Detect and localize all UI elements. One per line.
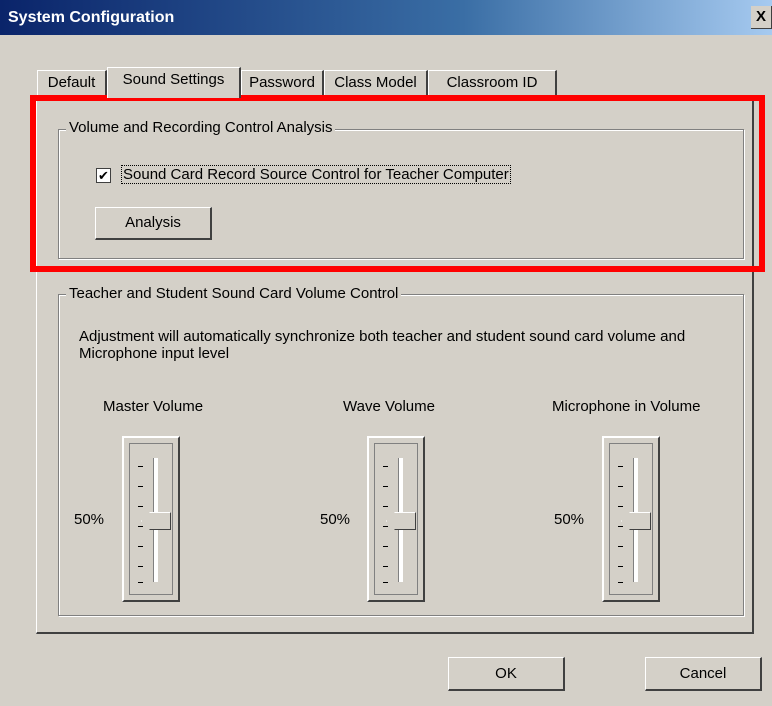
slider-tick [383, 486, 388, 487]
slider-tick [618, 526, 623, 527]
microphone-volume-percent: 50% [554, 511, 585, 528]
slider-tick [138, 486, 143, 487]
window-title: System Configuration [8, 9, 175, 26]
slider-tick [618, 582, 623, 583]
master-volume-label: Master Volume [103, 398, 204, 415]
slider-frame [129, 443, 173, 595]
close-icon: X [755, 8, 766, 25]
wave-volume-slider[interactable] [367, 436, 425, 602]
microphone-volume-label: Microphone in Volume [552, 398, 701, 415]
recording-group-title: Volume and Recording Control Analysis [66, 119, 336, 136]
slider-tick [618, 566, 623, 567]
slider-tick [618, 546, 623, 547]
slider-tick [383, 506, 388, 507]
wave-volume-percent: 50% [320, 511, 351, 528]
slider-tick [618, 506, 623, 507]
volume-description-line1: Adjustment will automatically synchroniz… [79, 328, 686, 345]
slider-tick [383, 566, 388, 567]
slider-frame [609, 443, 653, 595]
close-button[interactable]: X [751, 6, 772, 29]
slider-tick [618, 486, 623, 487]
tab-classroom-id[interactable]: Classroom ID [428, 70, 557, 96]
slider-thumb[interactable] [386, 512, 416, 530]
wave-volume-label: Wave Volume [343, 398, 435, 415]
microphone-volume-slider[interactable] [602, 436, 660, 602]
master-volume-percent: 50% [74, 511, 105, 528]
slider-tick [138, 582, 143, 583]
ok-button[interactable]: OK [448, 657, 565, 691]
slider-tick [383, 582, 388, 583]
master-volume-slider[interactable] [122, 436, 180, 602]
slider-tick [138, 566, 143, 567]
volume-description-line2: Microphone input level [79, 345, 230, 362]
slider-tick [383, 546, 388, 547]
analysis-button[interactable]: Analysis [95, 207, 212, 240]
slider-frame [374, 443, 418, 595]
record-source-checkbox[interactable]: ✔ [96, 168, 111, 183]
slider-tick [383, 466, 388, 467]
slider-thumb[interactable] [621, 512, 651, 530]
slider-thumb[interactable] [141, 512, 171, 530]
checkmark-icon: ✔ [98, 168, 109, 183]
tab-class-model[interactable]: Class Model [324, 70, 428, 96]
cancel-button[interactable]: Cancel [645, 657, 762, 691]
slider-tick [138, 546, 143, 547]
volume-group-title: Teacher and Student Sound Card Volume Co… [66, 285, 402, 302]
slider-tick [138, 526, 143, 527]
tab-sound-settings[interactable]: Sound Settings [107, 67, 241, 98]
slider-tick [138, 506, 143, 507]
slider-tick [138, 466, 143, 467]
tab-default[interactable]: Default [37, 70, 107, 96]
title-bar: System Configuration X [0, 0, 772, 35]
tab-password[interactable]: Password [241, 70, 324, 96]
slider-tick [618, 466, 623, 467]
slider-tick [383, 526, 388, 527]
record-source-label[interactable]: Sound Card Record Source Control for Tea… [121, 165, 511, 184]
